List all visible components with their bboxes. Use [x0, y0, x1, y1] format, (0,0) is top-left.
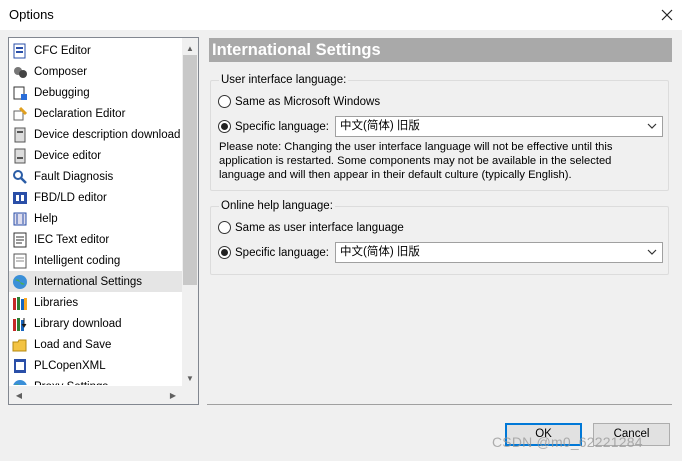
tree-vertical-scrollbar[interactable]: ▲ ▼	[182, 38, 198, 387]
device-download-icon	[14, 127, 26, 142]
scroll-right-arrow-icon[interactable]: ▶	[165, 387, 181, 403]
tree-horizontal-scrollbar[interactable]: ◀ ▶	[9, 386, 183, 404]
help-language-label: Online help language:	[219, 200, 335, 212]
tree-item[interactable]: Intelligent coding	[9, 250, 183, 271]
ui-language-select[interactable]: 中文(简体) 旧版	[335, 116, 663, 137]
tree-item[interactable]: IEC Text editor	[9, 229, 183, 250]
restart-note-line: application is restarted. Some component…	[219, 155, 612, 167]
tree-item-label: Library download	[34, 317, 122, 330]
help-icon	[13, 212, 27, 225]
tree-item-label: Libraries	[34, 296, 79, 309]
tree-item[interactable]: Fault Diagnosis	[9, 166, 183, 187]
library-download-icon	[13, 317, 27, 331]
help-language-select[interactable]: 中文(简体) 旧版	[335, 242, 663, 263]
ui-language-value: 中文(简体) 旧版	[340, 120, 420, 132]
debugging-icon	[13, 86, 27, 100]
radio-circle-icon[interactable]	[218, 95, 231, 108]
tree-item-label: Device description download	[34, 128, 181, 141]
tree-item-label: Debugging	[34, 86, 90, 99]
load-save-icon	[12, 339, 27, 351]
radio-specific-ui-label: Specific language:	[235, 120, 329, 133]
tree-item-label: Load and Save	[34, 338, 112, 351]
declaration-editor-icon	[13, 106, 28, 120]
tree-item-label: CFC Editor	[34, 44, 91, 57]
tree-item-label: Intelligent coding	[34, 254, 121, 267]
tree-item[interactable]: Debugging	[9, 82, 183, 103]
proxy-settings-icon	[13, 379, 27, 385]
tree-item[interactable]: International Settings	[9, 271, 183, 292]
radio-checked-icon[interactable]	[218, 246, 231, 259]
ui-language-group: User interface language: Same as Microso…	[210, 74, 669, 191]
radio-circle-icon[interactable]	[218, 221, 231, 234]
scroll-down-arrow-icon[interactable]: ▼	[182, 370, 198, 386]
tree-item-label: Device editor	[34, 149, 102, 162]
composer-icon	[14, 66, 27, 78]
radio-specific-ui-language[interactable]: Specific language:	[218, 120, 329, 133]
tree-item[interactable]: Proxy Settings	[9, 376, 183, 385]
options-tree[interactable]: CFC Editor Composer Debugging Declaration E…	[8, 37, 199, 405]
title-bar: Options	[0, 0, 682, 30]
restart-note: Please note: Changing the user interface…	[219, 140, 659, 182]
scroll-left-arrow-icon[interactable]: ◀	[11, 387, 27, 403]
tree-item[interactable]: Device description download	[9, 124, 183, 145]
tree-item[interactable]: CFC Editor	[9, 40, 183, 61]
tree-item[interactable]: Declaration Editor	[9, 103, 183, 124]
restart-note-line: Please note: Changing the user interface…	[219, 141, 613, 153]
radio-same-as-ui-label: Same as user interface language	[235, 221, 404, 234]
globe-icon	[13, 274, 27, 289]
tree-item-label: IEC Text editor	[34, 233, 110, 246]
scroll-up-arrow-icon[interactable]: ▲	[182, 40, 198, 56]
radio-same-as-ui[interactable]: Same as user interface language	[218, 221, 404, 234]
tree-item-label: Help	[34, 212, 58, 225]
tree-item-label: FBD/LD editor	[34, 191, 107, 204]
libraries-icon	[13, 296, 27, 310]
close-button[interactable]	[652, 0, 682, 30]
tree-item-label: International Settings	[34, 275, 143, 288]
intelligent-coding-icon	[13, 253, 27, 268]
tree-item[interactable]: PLCopenXML	[9, 355, 183, 376]
radio-specific-help-language[interactable]: Specific language:	[218, 246, 329, 259]
divider	[207, 404, 672, 405]
window-title: Options	[9, 7, 54, 22]
device-editor-icon	[14, 148, 26, 163]
fbd-ld-editor-icon	[13, 191, 27, 204]
help-language-group: Online help language: Same as user inter…	[210, 200, 669, 275]
tree-item-label: Proxy Settings	[34, 381, 108, 386]
tree-item[interactable]: Device editor	[9, 145, 183, 166]
chevron-down-icon	[647, 249, 657, 255]
iec-text-editor-icon	[13, 232, 27, 247]
tree-item[interactable]: Load and Save	[9, 334, 183, 355]
restart-note-line: language and will then appear in their d…	[219, 169, 572, 181]
tree-item-label: Composer	[34, 65, 88, 78]
tree-item[interactable]: Library download	[9, 313, 183, 334]
scroll-thumb[interactable]	[183, 55, 197, 285]
plcopenxml-icon	[14, 358, 26, 373]
chevron-down-icon	[647, 123, 657, 129]
close-icon	[661, 9, 673, 21]
radio-same-as-windows[interactable]: Same as Microsoft Windows	[218, 95, 380, 108]
tree-item-label: Fault Diagnosis	[34, 170, 114, 183]
radio-checked-icon[interactable]	[218, 120, 231, 133]
tree-item-label: PLCopenXML	[34, 359, 106, 372]
tree-item[interactable]: FBD/LD editor	[9, 187, 183, 208]
tree-item-label: Declaration Editor	[34, 107, 126, 120]
watermark: CSDN @m0_62221284	[492, 434, 643, 450]
help-language-value: 中文(简体) 旧版	[340, 246, 420, 258]
cfc-editor-icon	[13, 43, 26, 58]
tree-item[interactable]: Libraries	[9, 292, 183, 313]
page-title: International Settings	[209, 38, 672, 62]
tree-item[interactable]: Composer	[9, 61, 183, 82]
ui-language-label: User interface language:	[219, 74, 349, 86]
radio-specific-help-label: Specific language:	[235, 246, 329, 259]
tree-item[interactable]: Help	[9, 208, 183, 229]
fault-diagnosis-icon	[13, 169, 27, 184]
radio-same-as-windows-label: Same as Microsoft Windows	[235, 95, 381, 108]
scroll-corner	[182, 386, 198, 404]
options-tree-list: CFC Editor Composer Debugging Declaration E…	[9, 40, 183, 385]
